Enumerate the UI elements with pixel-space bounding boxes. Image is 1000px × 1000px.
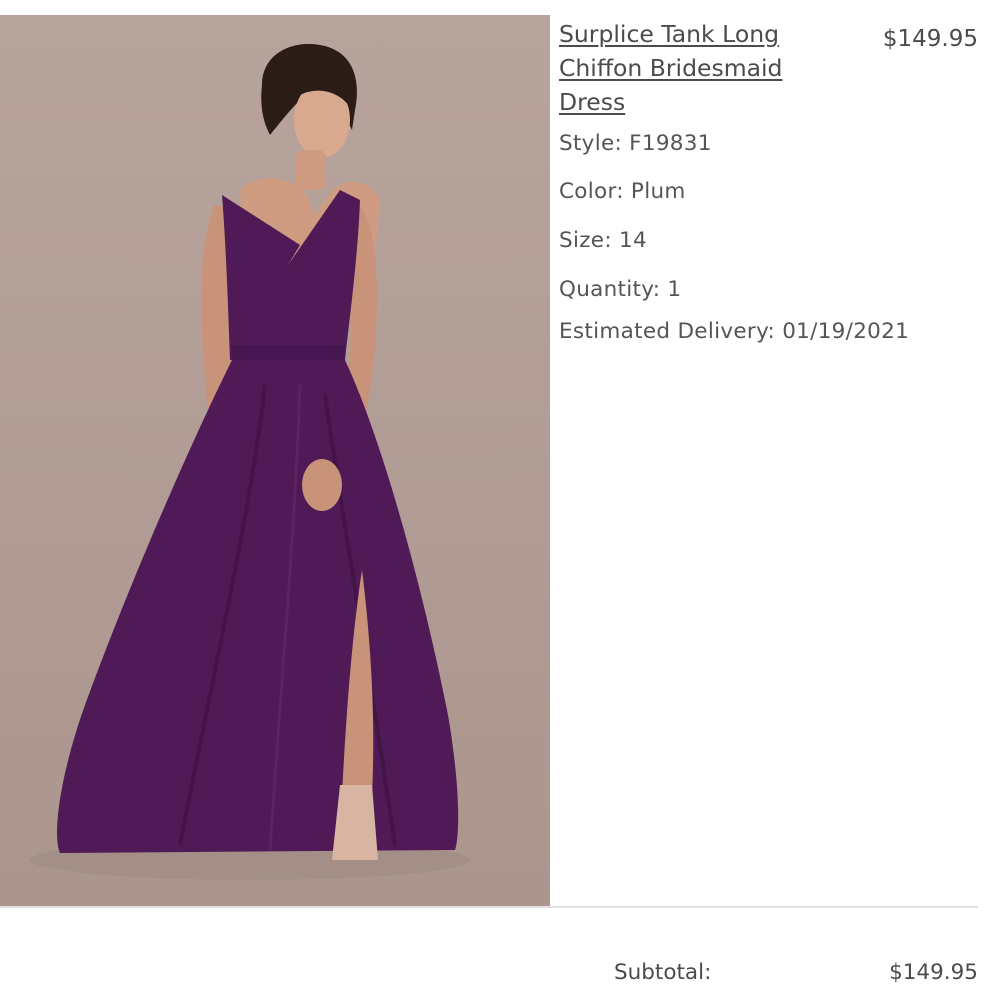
product-image[interactable]	[0, 15, 550, 907]
product-size: Size: 14	[559, 228, 647, 253]
product-quantity: Quantity: 1	[559, 277, 682, 302]
divider	[0, 906, 978, 908]
subtotal-label: Subtotal:	[614, 960, 712, 985]
subtotal-value: $149.95	[889, 960, 978, 985]
dress-photo-icon	[30, 44, 470, 880]
estimated-delivery: Estimated Delivery: 01/19/2021	[559, 319, 910, 344]
product-title-link[interactable]: Surplice Tank Long Chiffon Bridesmaid Dr…	[559, 17, 829, 119]
product-price: $149.95	[882, 26, 978, 52]
product-color: Color: Plum	[559, 179, 686, 204]
product-style: Style: F19831	[559, 131, 712, 156]
